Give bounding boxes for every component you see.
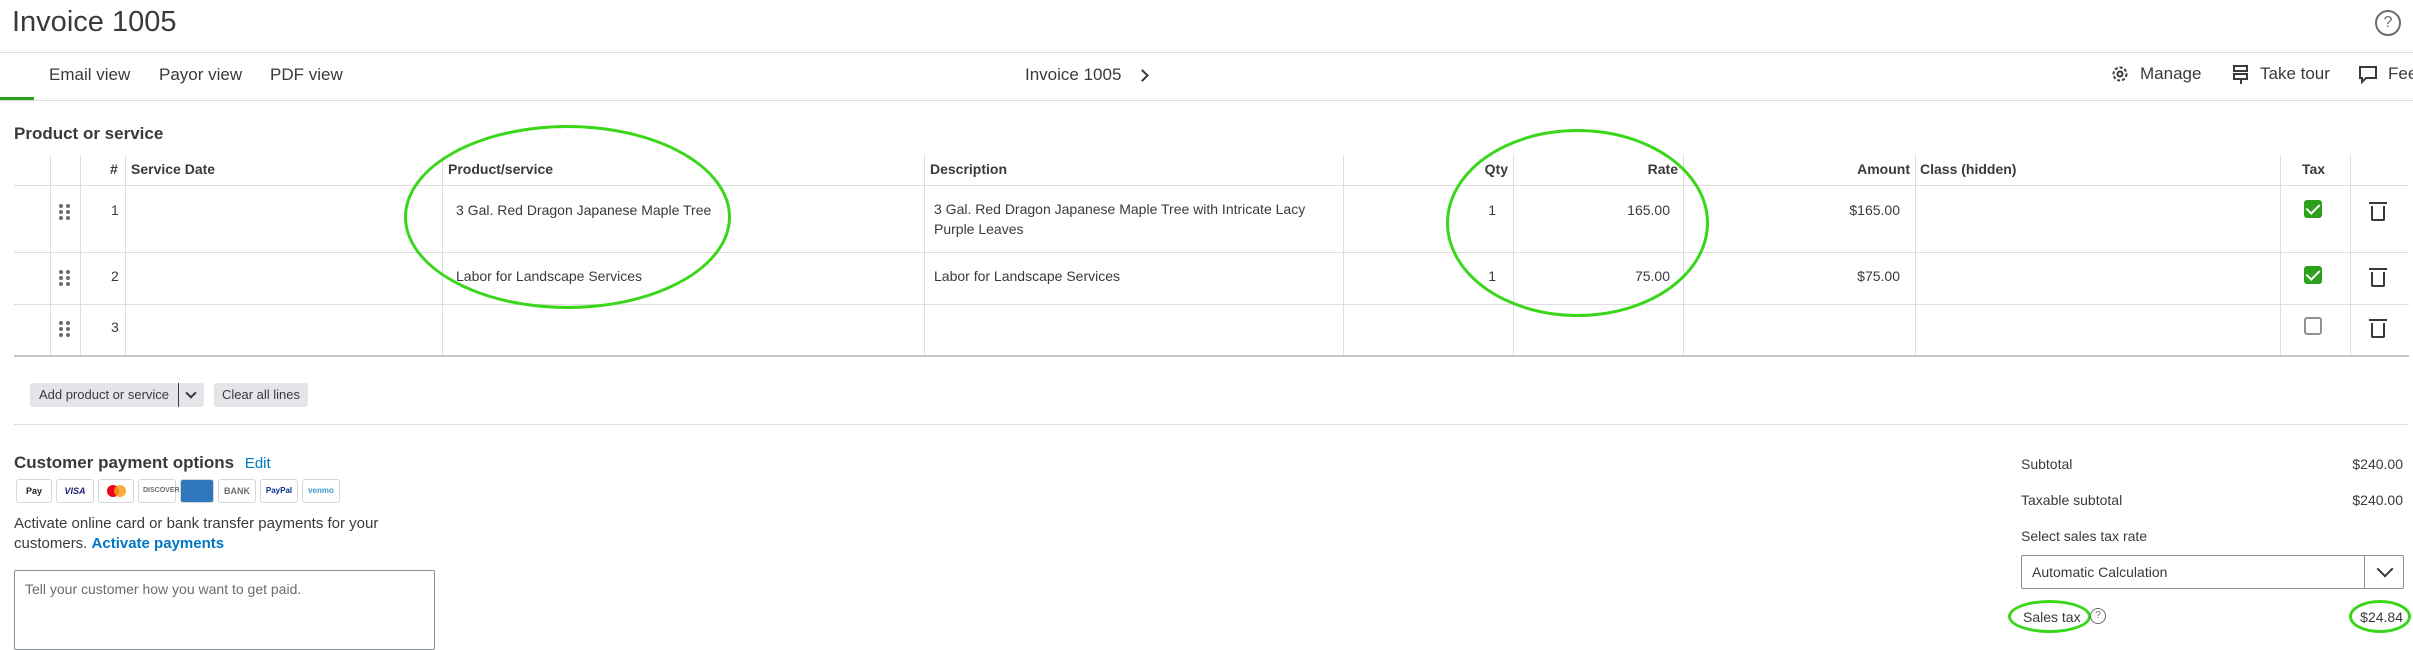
drag-handle-icon[interactable] [59,204,71,220]
row-divider [14,185,2409,186]
paypal-text: PayPal [265,486,293,495]
amount-cell[interactable]: $75.00 [1760,266,1900,286]
amex-icon [180,479,214,503]
description-cell[interactable]: 3 Gal. Red Dragon Japanese Maple Tree wi… [934,199,1305,239]
visa-icon: VISA [56,479,94,503]
apple-pay-icon: Pay [16,479,52,503]
payment-options-title: Customer payment options Edit [14,453,271,473]
signpost-icon [2233,65,2248,84]
venmo-text: venmo [308,486,334,495]
subtotal-value: $240.00 [2352,456,2403,472]
mastercard-icon [98,479,134,503]
section-divider [14,424,2408,425]
chevron-down-icon [185,387,197,399]
row-divider [14,304,2409,305]
tax-checkbox[interactable] [2304,266,2322,284]
chevron-right-icon[interactable] [1136,69,1149,82]
question-circle-icon[interactable]: ? [2090,608,2106,624]
sales-tax-value: $24.84 [2360,609,2403,625]
drag-handle-icon[interactable] [59,321,71,337]
tab-email-view[interactable]: Email view [49,65,130,85]
manage-label: Manage [2140,64,2202,83]
edit-link[interactable]: Edit [245,455,271,472]
manage-button[interactable]: Manage [2110,64,2201,84]
feedback-label: Fee [2388,64,2413,83]
payment-logos: Pay VISA DISCOVER BANK PayPal venmo [16,479,340,503]
col-header-num: # [110,161,118,177]
apple-pay-text: Pay [25,486,42,496]
row-number: 1 [111,202,119,218]
bank-icon: BANK [218,479,256,503]
subtotal-label: Subtotal [2021,456,2073,472]
question-circle-icon[interactable]: ? [2375,10,2401,36]
section-title: Product or service [14,124,164,143]
trash-icon[interactable] [2369,202,2387,221]
col-header-service-date: Service Date [131,161,216,177]
sales-tax-label: Sales tax [2023,609,2081,625]
row-divider [14,252,2409,253]
drag-handle-icon[interactable] [59,270,71,286]
activate-payments-link[interactable]: Activate payments [92,535,225,552]
col-header-class: Class (hidden) [1920,161,2017,177]
tax-checkbox[interactable] [2304,200,2322,218]
take-tour-label: Take tour [2260,64,2330,83]
taxable-subtotal-value: $240.00 [2352,492,2403,508]
discover-text: DISCOVER [143,487,180,494]
page-title: Invoice 1005 [12,6,177,38]
description-cell[interactable]: Labor for Landscape Services [934,266,1120,286]
tab-pdf-view[interactable]: PDF view [270,65,343,85]
tax-rate-label: Select sales tax rate [2021,528,2148,544]
col-header-description: Description [930,161,1008,177]
venmo-icon: venmo [302,479,340,503]
add-product-button[interactable]: Add product or service [30,383,178,407]
amount-cell[interactable]: $165.00 [1760,200,1900,220]
trash-icon[interactable] [2369,268,2387,287]
annotation-ellipse [1446,129,1709,317]
add-product-dropdown[interactable] [178,383,204,407]
chevron-down-icon [2376,560,2394,578]
trash-icon[interactable] [2369,319,2387,338]
annotation-ellipse [404,125,731,309]
tabs-divider [0,100,2413,101]
visa-text: VISA [64,486,86,496]
chat-bubble-icon [2359,66,2377,84]
col-header-tax: Tax [2302,161,2326,177]
discover-icon: DISCOVER [138,479,180,503]
select-divider [2364,556,2365,588]
bank-text: BANK [224,486,250,496]
breadcrumb[interactable]: Invoice 1005 [1025,65,1121,85]
take-tour-button[interactable]: Take tour [2232,64,2330,84]
mastercard-circle [114,485,126,497]
payment-message-input[interactable]: Tell your customer how you want to get p… [14,570,435,650]
description-line: 3 Gal. Red Dragon Japanese Maple Tree wi… [934,201,1306,217]
taxable-subtotal-label: Taxable subtotal [2021,492,2123,508]
payment-info-text: Activate online card or bank transfer pa… [14,514,394,554]
row-number: 2 [111,268,119,284]
description-line: Purple Leaves [934,221,1024,237]
col-header-amount: Amount [1857,161,1910,177]
tax-rate-value: Automatic Calculation [2032,564,2168,580]
table-bottom-border [14,355,2409,357]
gear-icon [2112,66,2128,82]
tax-rate-select[interactable]: Automatic Calculation [2021,555,2404,589]
paypal-icon: PayPal [260,479,298,503]
payment-options-label: Customer payment options [14,453,235,472]
header-divider [0,52,2413,53]
tab-payor-view[interactable]: Payor view [159,65,242,85]
row-number: 3 [111,319,119,335]
tax-checkbox[interactable] [2304,317,2322,335]
clear-all-lines-button[interactable]: Clear all lines [214,383,308,407]
feedback-button[interactable]: Fee [2358,64,2413,84]
